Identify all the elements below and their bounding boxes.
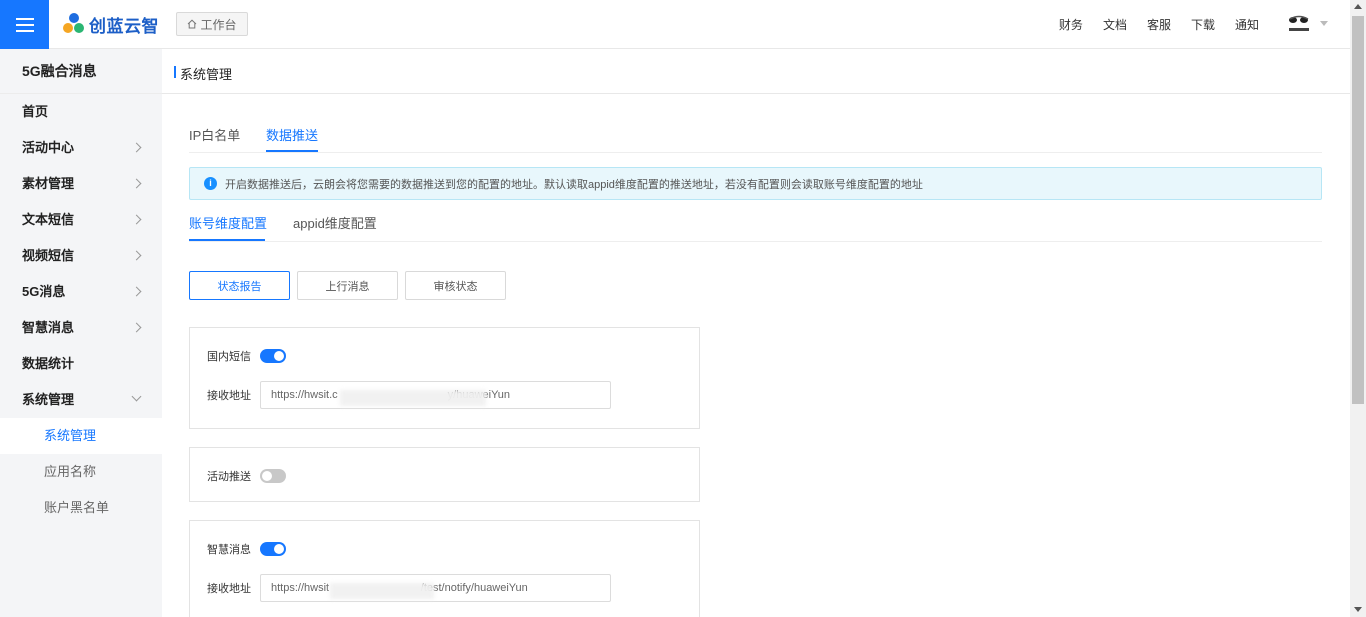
sidebar-subitem-app-name[interactable]: 应用名称	[0, 454, 162, 490]
config-card-domestic-sms: 国内短信 接收地址	[189, 327, 700, 429]
workbench-label: 工作台	[200, 17, 237, 32]
hamburger-icon	[15, 17, 34, 32]
link-download[interactable]: 下载	[1191, 16, 1215, 33]
sidebar-item-text-sms[interactable]: 文本短信	[0, 202, 162, 238]
config-subtabs: 账号维度配置 appid维度配置	[189, 207, 1322, 242]
sidebar-subitem-blacklist[interactable]: 账户黑名单	[0, 490, 162, 526]
brand-logo[interactable]: 创蓝云智	[63, 12, 159, 36]
url-label: 接收地址	[207, 390, 251, 402]
sidebar-item-statistics[interactable]: 数据统计	[0, 346, 162, 382]
chevron-right-icon	[131, 214, 142, 225]
scroll-up-icon[interactable]	[1354, 4, 1362, 9]
config-card-smart-message: 智慧消息 接收地址	[189, 520, 700, 617]
sidebar: 5G融合消息 首页 活动中心 素材管理 文本短信 视频短信 5G消息 智慧消息 …	[0, 49, 162, 617]
chevron-right-icon	[131, 178, 142, 189]
notice-text: 开启数据推送后，云朗会将您需要的数据推送到您的配置的地址。默认读取appid维度…	[225, 178, 923, 191]
sidebar-item-label: 数据统计	[22, 356, 75, 371]
review-status-button[interactable]: 审核状态	[405, 271, 506, 300]
subtab-appid-config[interactable]: appid维度配置	[293, 213, 377, 232]
main-tabs: IP白名单 数据推送	[189, 112, 1322, 153]
sidebar-item-home[interactable]: 首页	[0, 94, 162, 130]
sidebar-item-label: 素材管理	[22, 176, 75, 191]
sidebar-item-video-sms[interactable]: 视频短信	[0, 238, 162, 274]
chevron-right-icon	[131, 322, 142, 333]
activity-push-toggle[interactable]	[260, 469, 286, 483]
sidebar-item-system[interactable]: 系统管理	[0, 382, 162, 418]
status-report-button[interactable]: 状态报告	[189, 271, 290, 300]
info-notice: i 开启数据推送后，云朗会将您需要的数据推送到您的配置的地址。默认读取appid…	[189, 167, 1322, 200]
page-title: 系统管理	[180, 67, 233, 82]
page-header: 系统管理	[162, 49, 1350, 94]
smart-message-toggle[interactable]	[260, 542, 286, 556]
main-content: 系统管理 IP白名单 数据推送 i 开启数据推送后，云朗会将您需要的数据推送到您…	[162, 49, 1350, 617]
sidebar-item-5g-message[interactable]: 5G消息	[0, 274, 162, 310]
avatar-icon	[1289, 15, 1309, 31]
sidebar-item-label: 文本短信	[22, 212, 75, 227]
logo-mark-icon	[63, 13, 85, 35]
card-label: 智慧消息	[207, 544, 251, 556]
report-type-buttons: 状态报告 上行消息 审核状态	[189, 271, 513, 300]
sidebar-item-materials[interactable]: 素材管理	[0, 166, 162, 202]
sidebar-item-label: 5G消息	[22, 284, 66, 299]
workbench-button[interactable]: 工作台	[176, 12, 248, 36]
avatar[interactable]	[1286, 13, 1312, 35]
chevron-down-icon[interactable]	[1320, 21, 1328, 26]
subtab-account-config[interactable]: 账号维度配置	[189, 213, 267, 232]
sidebar-subitem-system-management[interactable]: 系统管理	[0, 418, 162, 454]
sidebar-item-label: 视频短信	[22, 248, 75, 263]
top-links: 财务 文档 客服 下载 通知	[1039, 16, 1259, 33]
top-bar: 创蓝云智 工作台 财务 文档 客服 下载 通知	[0, 0, 1350, 49]
subtab-active-indicator	[189, 239, 265, 241]
link-support[interactable]: 客服	[1147, 16, 1171, 33]
chevron-right-icon	[131, 142, 142, 153]
menu-toggle-button[interactable]	[0, 0, 49, 49]
logo-text: 创蓝云智	[89, 16, 159, 36]
tab-data-push[interactable]: 数据推送	[266, 125, 318, 144]
link-notifications[interactable]: 通知	[1235, 16, 1259, 33]
chevron-right-icon	[131, 250, 142, 261]
domestic-sms-toggle[interactable]	[260, 349, 286, 363]
tab-ip-whitelist[interactable]: IP白名单	[189, 125, 240, 144]
scroll-down-icon[interactable]	[1354, 607, 1362, 612]
redaction-mask	[340, 390, 486, 406]
card-label: 活动推送	[207, 471, 251, 483]
config-card-activity-push: 活动推送	[189, 447, 700, 502]
title-accent-bar	[174, 66, 176, 78]
home-icon	[188, 19, 197, 29]
link-finance[interactable]: 财务	[1059, 16, 1083, 33]
chevron-right-icon	[131, 286, 142, 297]
sidebar-item-label: 首页	[22, 104, 49, 119]
sidebar-item-label: 智慧消息	[22, 320, 75, 335]
card-label: 国内短信	[207, 351, 251, 363]
redaction-mask	[330, 583, 434, 599]
sidebar-item-label: 系统管理	[22, 392, 75, 407]
sidebar-item-smart-message[interactable]: 智慧消息	[0, 310, 162, 346]
chevron-down-icon	[131, 391, 142, 402]
link-docs[interactable]: 文档	[1103, 16, 1127, 33]
sidebar-title: 5G融合消息	[0, 49, 162, 94]
info-icon: i	[204, 177, 217, 190]
smart-message-url-input[interactable]	[260, 574, 611, 602]
tab-active-indicator	[266, 150, 318, 152]
uplink-message-button[interactable]: 上行消息	[297, 271, 398, 300]
url-label: 接收地址	[207, 583, 251, 595]
scroll-thumb[interactable]	[1352, 16, 1364, 404]
sidebar-item-label: 活动中心	[22, 140, 75, 155]
sidebar-item-activity-center[interactable]: 活动中心	[0, 130, 162, 166]
page-scrollbar[interactable]	[1350, 0, 1366, 617]
